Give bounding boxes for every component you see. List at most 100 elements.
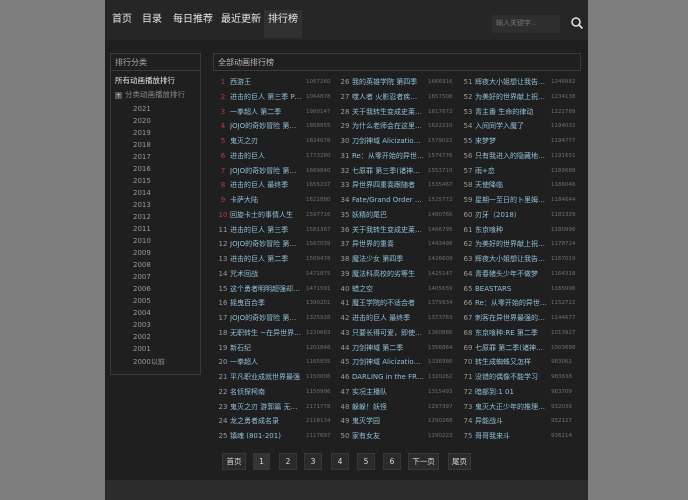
sidebar-year[interactable]: 2009 xyxy=(133,249,151,257)
search-input[interactable] xyxy=(492,15,560,33)
anime-title-link[interactable]: DARLING in the FRANXX xyxy=(352,370,424,384)
anime-title-link[interactable]: 来梦梦 xyxy=(475,134,547,148)
anime-title-link[interactable]: 为美好的世界献上祝福！第二季 xyxy=(475,237,547,251)
anime-title-link[interactable]: 异世界的重奏 xyxy=(352,237,424,251)
anime-title-link[interactable]: 辉夜大小姐想让我告白 第二季 xyxy=(475,252,547,266)
anime-title-link[interactable]: 星期一至日的卜里姆卡生活 xyxy=(475,193,547,207)
anime-title-link[interactable]: 鬼灭大正少年的推理日记 xyxy=(475,400,547,414)
anime-title-link[interactable]: 噬人者 火影忍者疾风传 xyxy=(352,90,424,104)
page-button[interactable]: 1 xyxy=(253,453,270,470)
sidebar-year[interactable]: 2005 xyxy=(133,297,151,305)
page-button[interactable]: 4 xyxy=(331,453,349,470)
anime-title-link[interactable]: 东京喰种 xyxy=(475,223,547,237)
anime-title-link[interactable]: 东京喰种:RE 第二季 xyxy=(475,326,547,340)
anime-title-link[interactable]: 没错的偶像不能学习 xyxy=(475,370,547,384)
anime-title-link[interactable]: 躲躲！妖怪 xyxy=(352,400,424,414)
anime-title-link[interactable]: 西游王 xyxy=(230,75,302,89)
sidebar-year[interactable]: 2010 xyxy=(133,237,151,245)
nav-ranking[interactable]: 排行榜 xyxy=(264,10,302,38)
sidebar-all-ranking[interactable]: 所有动画播放排行 xyxy=(115,75,175,86)
nav-recent[interactable]: 最近更新 xyxy=(217,12,265,40)
anime-title-link[interactable]: 刀剑神域 Alicization篇 xyxy=(352,355,424,369)
sidebar-year[interactable]: 2016 xyxy=(133,165,151,173)
anime-title-link[interactable]: 进击的巨人 最终季 xyxy=(230,178,302,192)
anime-title-link[interactable]: 天使降临 xyxy=(475,178,547,192)
anime-title-link[interactable]: 辉夜大小姐想让我告白～天才们的恋爱头脑战～ xyxy=(475,75,547,89)
sidebar-year[interactable]: 2021 xyxy=(133,105,151,113)
anime-title-link[interactable]: 转生成蜘蛛又怎样 xyxy=(475,355,547,369)
anime-title-link[interactable]: 刺客在异世界最强的暗杀者 xyxy=(475,311,547,325)
anime-title-link[interactable]: 青主番 生命的律动 xyxy=(475,105,547,119)
anime-title-link[interactable]: Fate/Grand Order 绝对魔兽战线 xyxy=(352,193,424,207)
anime-title-link[interactable]: 雨+恋 xyxy=(475,164,547,178)
anime-title-link[interactable]: 哥哥我来斗 xyxy=(475,429,547,443)
sidebar-year[interactable]: 2001 xyxy=(133,345,151,353)
anime-title-link[interactable]: 妖精的尾巴 xyxy=(352,208,424,222)
anime-title-link[interactable]: 魔法科高校的劣等生 xyxy=(352,267,424,281)
anime-title-link[interactable]: 无职转生 ~在异世界认真地活下去~ xyxy=(230,326,302,340)
anime-title-link[interactable]: 鬼灭之刃 xyxy=(230,134,302,148)
anime-title-link[interactable]: 鬼灭学园 xyxy=(352,414,424,428)
expand-icon[interactable]: + xyxy=(115,92,122,99)
anime-title-link[interactable]: 一拳超人 xyxy=(230,355,302,369)
sidebar-year[interactable]: 2020 xyxy=(133,117,151,125)
anime-title-link[interactable]: 进击的巨人 最终季 xyxy=(352,311,424,325)
nav-daily[interactable]: 每日推荐 xyxy=(169,12,217,40)
page-button[interactable]: 尾页 xyxy=(448,453,471,470)
sidebar-year[interactable]: 2013 xyxy=(133,201,151,209)
page-button[interactable]: 3 xyxy=(304,453,322,470)
anime-title-link[interactable]: 刀剑神域 第二季 xyxy=(352,341,424,355)
sidebar-category-ranking[interactable]: + 分类动画播放排行 xyxy=(115,89,185,100)
anime-title-link[interactable]: 异世界四重奏跟随者 xyxy=(352,178,424,192)
sidebar-year[interactable]: 2012 xyxy=(133,213,151,221)
anime-title-link[interactable]: 刀剑神域 Alicization War xyxy=(352,134,424,148)
anime-title-link[interactable]: JOJO的奇妙冒险 第一部 xyxy=(230,164,302,178)
nav-home[interactable]: 首页 xyxy=(108,12,136,40)
anime-title-link[interactable]: 一拳超人 第二季 xyxy=(230,105,302,119)
anime-title-link[interactable]: Re：从零开始的异世界生活 第二季 xyxy=(475,296,547,310)
anime-title-link[interactable]: 关于我转生变成史莱姆这档事 xyxy=(352,105,424,119)
anime-title-link[interactable]: 只要长得可爱，即使是变态你也会喜欢我吗 xyxy=(352,326,424,340)
sidebar-year[interactable]: 2004 xyxy=(133,309,151,317)
sidebar-year[interactable]: 2019 xyxy=(133,129,151,137)
anime-title-link[interactable]: 入间同学入魔了 xyxy=(475,119,547,133)
page-button[interactable]: 5 xyxy=(357,453,375,470)
page-button[interactable]: 下一页 xyxy=(408,453,439,470)
anime-title-link[interactable]: 我的英雄学院 第四季 xyxy=(352,75,424,89)
sidebar-year[interactable]: 2014 xyxy=(133,189,151,197)
anime-title-link[interactable]: 青春猪头少年不做梦 xyxy=(475,267,547,281)
anime-title-link[interactable]: 鬼灭之刃 游郭篇 无限列车 xyxy=(230,400,302,414)
page-button[interactable]: 首页 xyxy=(222,453,246,470)
anime-title-link[interactable]: Re：从零开始的异世界生活 xyxy=(352,149,424,163)
anime-title-link[interactable]: 进击的巨人 第三季 Part.2 xyxy=(230,90,302,104)
anime-title-link[interactable]: 进击的巨人 第三季 xyxy=(230,223,302,237)
anime-title-link[interactable]: 龙之勇者成名录 xyxy=(230,414,302,428)
anime-title-link[interactable]: 家有女友 xyxy=(352,429,424,443)
anime-title-link[interactable]: 卡萨大陆 xyxy=(230,193,302,207)
anime-title-link[interactable]: JOJO的奇妙冒险 第四部 xyxy=(230,237,302,251)
anime-title-link[interactable]: 名侦探柯南 xyxy=(230,385,302,399)
sidebar-year[interactable]: 2000以前 xyxy=(133,357,165,367)
anime-title-link[interactable]: 刃牙（2018） xyxy=(475,208,547,222)
anime-title-link[interactable]: 关于我转生变成史莱姆这档事 第二季 xyxy=(352,223,424,237)
page-button[interactable]: 6 xyxy=(383,453,401,470)
search-icon[interactable] xyxy=(570,15,584,31)
anime-title-link[interactable]: 咒术回战 xyxy=(230,267,302,281)
anime-title-link[interactable]: 魔王学院的不适合者 xyxy=(352,296,424,310)
anime-title-link[interactable]: JOJO的奇妙冒险 第五部 xyxy=(230,311,302,325)
anime-title-link[interactable]: 实况主播队 xyxy=(352,385,424,399)
anime-title-link[interactable]: 新石纪 xyxy=(230,341,302,355)
anime-title-link[interactable]: 进击的巨人 xyxy=(230,149,302,163)
anime-title-link[interactable]: 异能战斗 xyxy=(475,414,547,428)
anime-title-link[interactable]: 只有我进入的隐藏地下城 xyxy=(475,149,547,163)
sidebar-year[interactable]: 2011 xyxy=(133,225,151,233)
anime-title-link[interactable]: 七原罪 第二季(诸神的逆鳞) xyxy=(475,341,547,355)
sidebar-year[interactable]: 2008 xyxy=(133,261,151,269)
anime-title-link[interactable]: 七原罪 第三季(诸神的逆鳞) xyxy=(352,164,424,178)
anime-title-link[interactable]: 为美好的世界献上祝福！ xyxy=(475,90,547,104)
sidebar-year[interactable]: 2003 xyxy=(133,321,151,329)
sidebar-year[interactable]: 2015 xyxy=(133,177,151,185)
anime-title-link[interactable]: 魔法少女 第四季 xyxy=(352,252,424,266)
sidebar-year[interactable]: 2018 xyxy=(133,141,151,149)
anime-title-link[interactable]: JOJO的奇妙冒险 第三部 xyxy=(230,119,302,133)
